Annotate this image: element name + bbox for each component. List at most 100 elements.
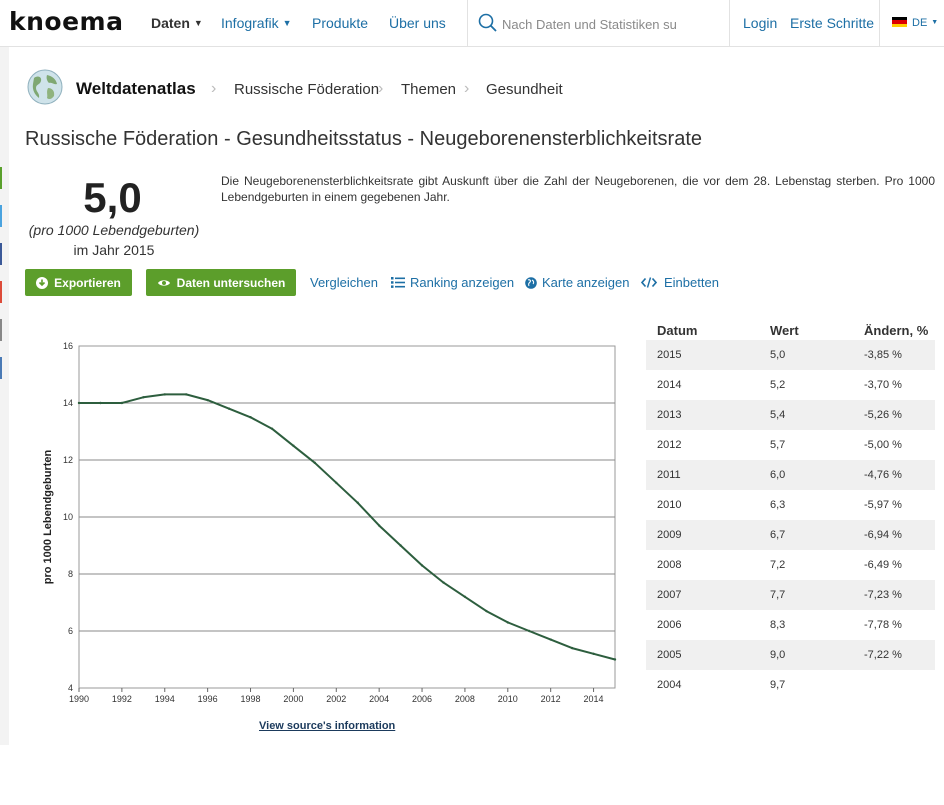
y-tick-label: 8 (68, 569, 73, 579)
map-link[interactable]: Karte anzeigen (525, 275, 629, 290)
data-point (570, 646, 574, 650)
x-tick-label: 2002 (326, 694, 346, 704)
column-header-change[interactable]: Ändern, % (853, 320, 935, 340)
table-row: 2009 6,7 -6,94 % (646, 520, 935, 550)
table-row: 2010 6,3 -5,97 % (646, 490, 935, 520)
data-point (227, 407, 231, 410)
data-point (463, 595, 467, 598)
explore-data-button[interactable]: Daten untersuchen (146, 269, 296, 296)
x-tick-label: 1994 (155, 694, 175, 704)
date-cell: 2015 (646, 340, 759, 370)
change-cell (853, 670, 935, 700)
data-point (399, 544, 402, 547)
x-tick-label: 1998 (241, 694, 261, 704)
share-icon[interactable] (0, 243, 2, 265)
table-row: 2005 9,0 -7,22 % (646, 640, 935, 670)
value-cell: 5,7 (770, 439, 786, 451)
data-point (506, 621, 509, 624)
table-row: 2008 7,2 -6,49 % (646, 550, 935, 580)
data-point (120, 401, 124, 405)
y-tick-label: 6 (68, 626, 73, 636)
y-tick-label: 14 (63, 398, 73, 408)
nav-produkte[interactable]: Produkte (312, 15, 368, 31)
value-year: im Jahr 2015 (73, 242, 155, 258)
x-tick-label: 2006 (412, 694, 432, 704)
chevron-right-icon: › (464, 80, 470, 97)
y-tick-label: 4 (68, 683, 73, 693)
data-point (270, 427, 274, 430)
date-cell: 2014 (657, 379, 682, 391)
breadcrumb-world-atlas[interactable]: Weltdatenatlas (76, 79, 196, 99)
column-header-date[interactable]: Datum (646, 320, 759, 340)
data-point (99, 401, 102, 405)
change-cell: -7,78 % (864, 619, 902, 631)
value-cell: 5,2 (770, 379, 786, 391)
table-row: 2011 6,0 -4,76 % (646, 460, 935, 490)
change-cell: -3,85 % (853, 340, 935, 370)
x-tick-label: 2012 (541, 694, 561, 704)
y-axis-label: pro 1000 Lebendgeburten (42, 449, 54, 584)
latest-value: 5,0 (83, 174, 142, 221)
share-icon[interactable] (0, 357, 2, 379)
value-cell: 7,2 (770, 559, 786, 571)
chevron-down-icon: ▼ (282, 18, 292, 28)
search-icon[interactable] (478, 13, 498, 33)
share-icon[interactable] (0, 205, 2, 227)
value-cell: 5,0 (759, 340, 853, 370)
table-row: 2007 7,7 -7,23 % (646, 580, 935, 610)
value-unit: (pro 1000 Lebendgeburten) (28, 222, 200, 238)
nav-daten[interactable]: Daten ▼ (151, 15, 203, 31)
data-point (592, 652, 595, 655)
indicator-description: Die Neugeborenensterblichkeitsrate gibt … (221, 174, 935, 204)
top-navigation: knoema Daten ▼ Infografik ▼ Produkte Über … (0, 0, 944, 47)
table-header-row: Datum Wert Ändern, % (646, 320, 935, 340)
login-link[interactable]: Login (743, 15, 777, 31)
divider (879, 0, 880, 47)
change-cell: -5,00 % (864, 439, 902, 451)
data-point (142, 396, 145, 399)
compare-link[interactable]: Vergleichen (310, 275, 378, 290)
data-point (549, 638, 552, 641)
code-icon (641, 277, 657, 288)
nav-infografik[interactable]: Infografik ▼ (221, 15, 292, 31)
table-row: 2012 5,7 -5,00 % (646, 430, 935, 460)
change-cell: -7,22 % (853, 640, 935, 670)
data-point (613, 658, 617, 661)
nav-ueber-uns[interactable]: Über uns (389, 15, 446, 31)
date-cell: 2013 (646, 400, 759, 430)
breadcrumb-country[interactable]: Russische Föderation (234, 81, 379, 98)
value-cell: 6,0 (759, 460, 853, 490)
ranking-link[interactable]: Ranking anzeigen (391, 275, 514, 290)
line-chart: 4 6 8 10 12 14 16 1990 1992 1994 1996 1998 2000 2002 2… (42, 341, 617, 704)
column-header-value[interactable]: Wert (759, 320, 853, 340)
export-button[interactable]: Exportieren (25, 269, 132, 296)
share-sidebar (0, 47, 9, 745)
data-point (163, 393, 166, 396)
share-icon[interactable] (0, 319, 2, 341)
breadcrumb-themes[interactable]: Themen (401, 81, 456, 98)
german-flag-icon[interactable] (892, 17, 907, 27)
share-icon[interactable] (0, 281, 2, 303)
change-cell: -7,23 % (853, 580, 935, 610)
embed-link[interactable]: Einbetten (641, 275, 719, 290)
data-point (420, 564, 424, 567)
change-cell: -4,76 % (853, 460, 935, 490)
value-cell: 9,7 (770, 679, 786, 691)
breadcrumb-health[interactable]: Gesundheit (486, 81, 563, 98)
language-selector[interactable]: DE ▼ (912, 17, 938, 29)
knoema-logo[interactable]: knoema (9, 7, 123, 36)
change-cell: -5,26 % (853, 400, 935, 430)
date-cell: 2009 (646, 520, 759, 550)
source-info-link[interactable]: View source's information (259, 720, 395, 732)
first-steps-link[interactable]: Erste Schritte (790, 15, 874, 31)
search-input[interactable] (502, 14, 717, 34)
globe-small-icon (525, 276, 537, 289)
table-row: 2013 5,4 -5,26 % (646, 400, 935, 430)
date-cell: 2012 (657, 439, 682, 451)
x-tick-label: 1992 (112, 694, 132, 704)
date-cell: 2006 (657, 619, 682, 631)
value-cell: 9,0 (759, 640, 853, 670)
data-point (292, 444, 295, 447)
share-icon[interactable] (0, 167, 2, 189)
table-row: 2004 9,7 (646, 670, 935, 700)
